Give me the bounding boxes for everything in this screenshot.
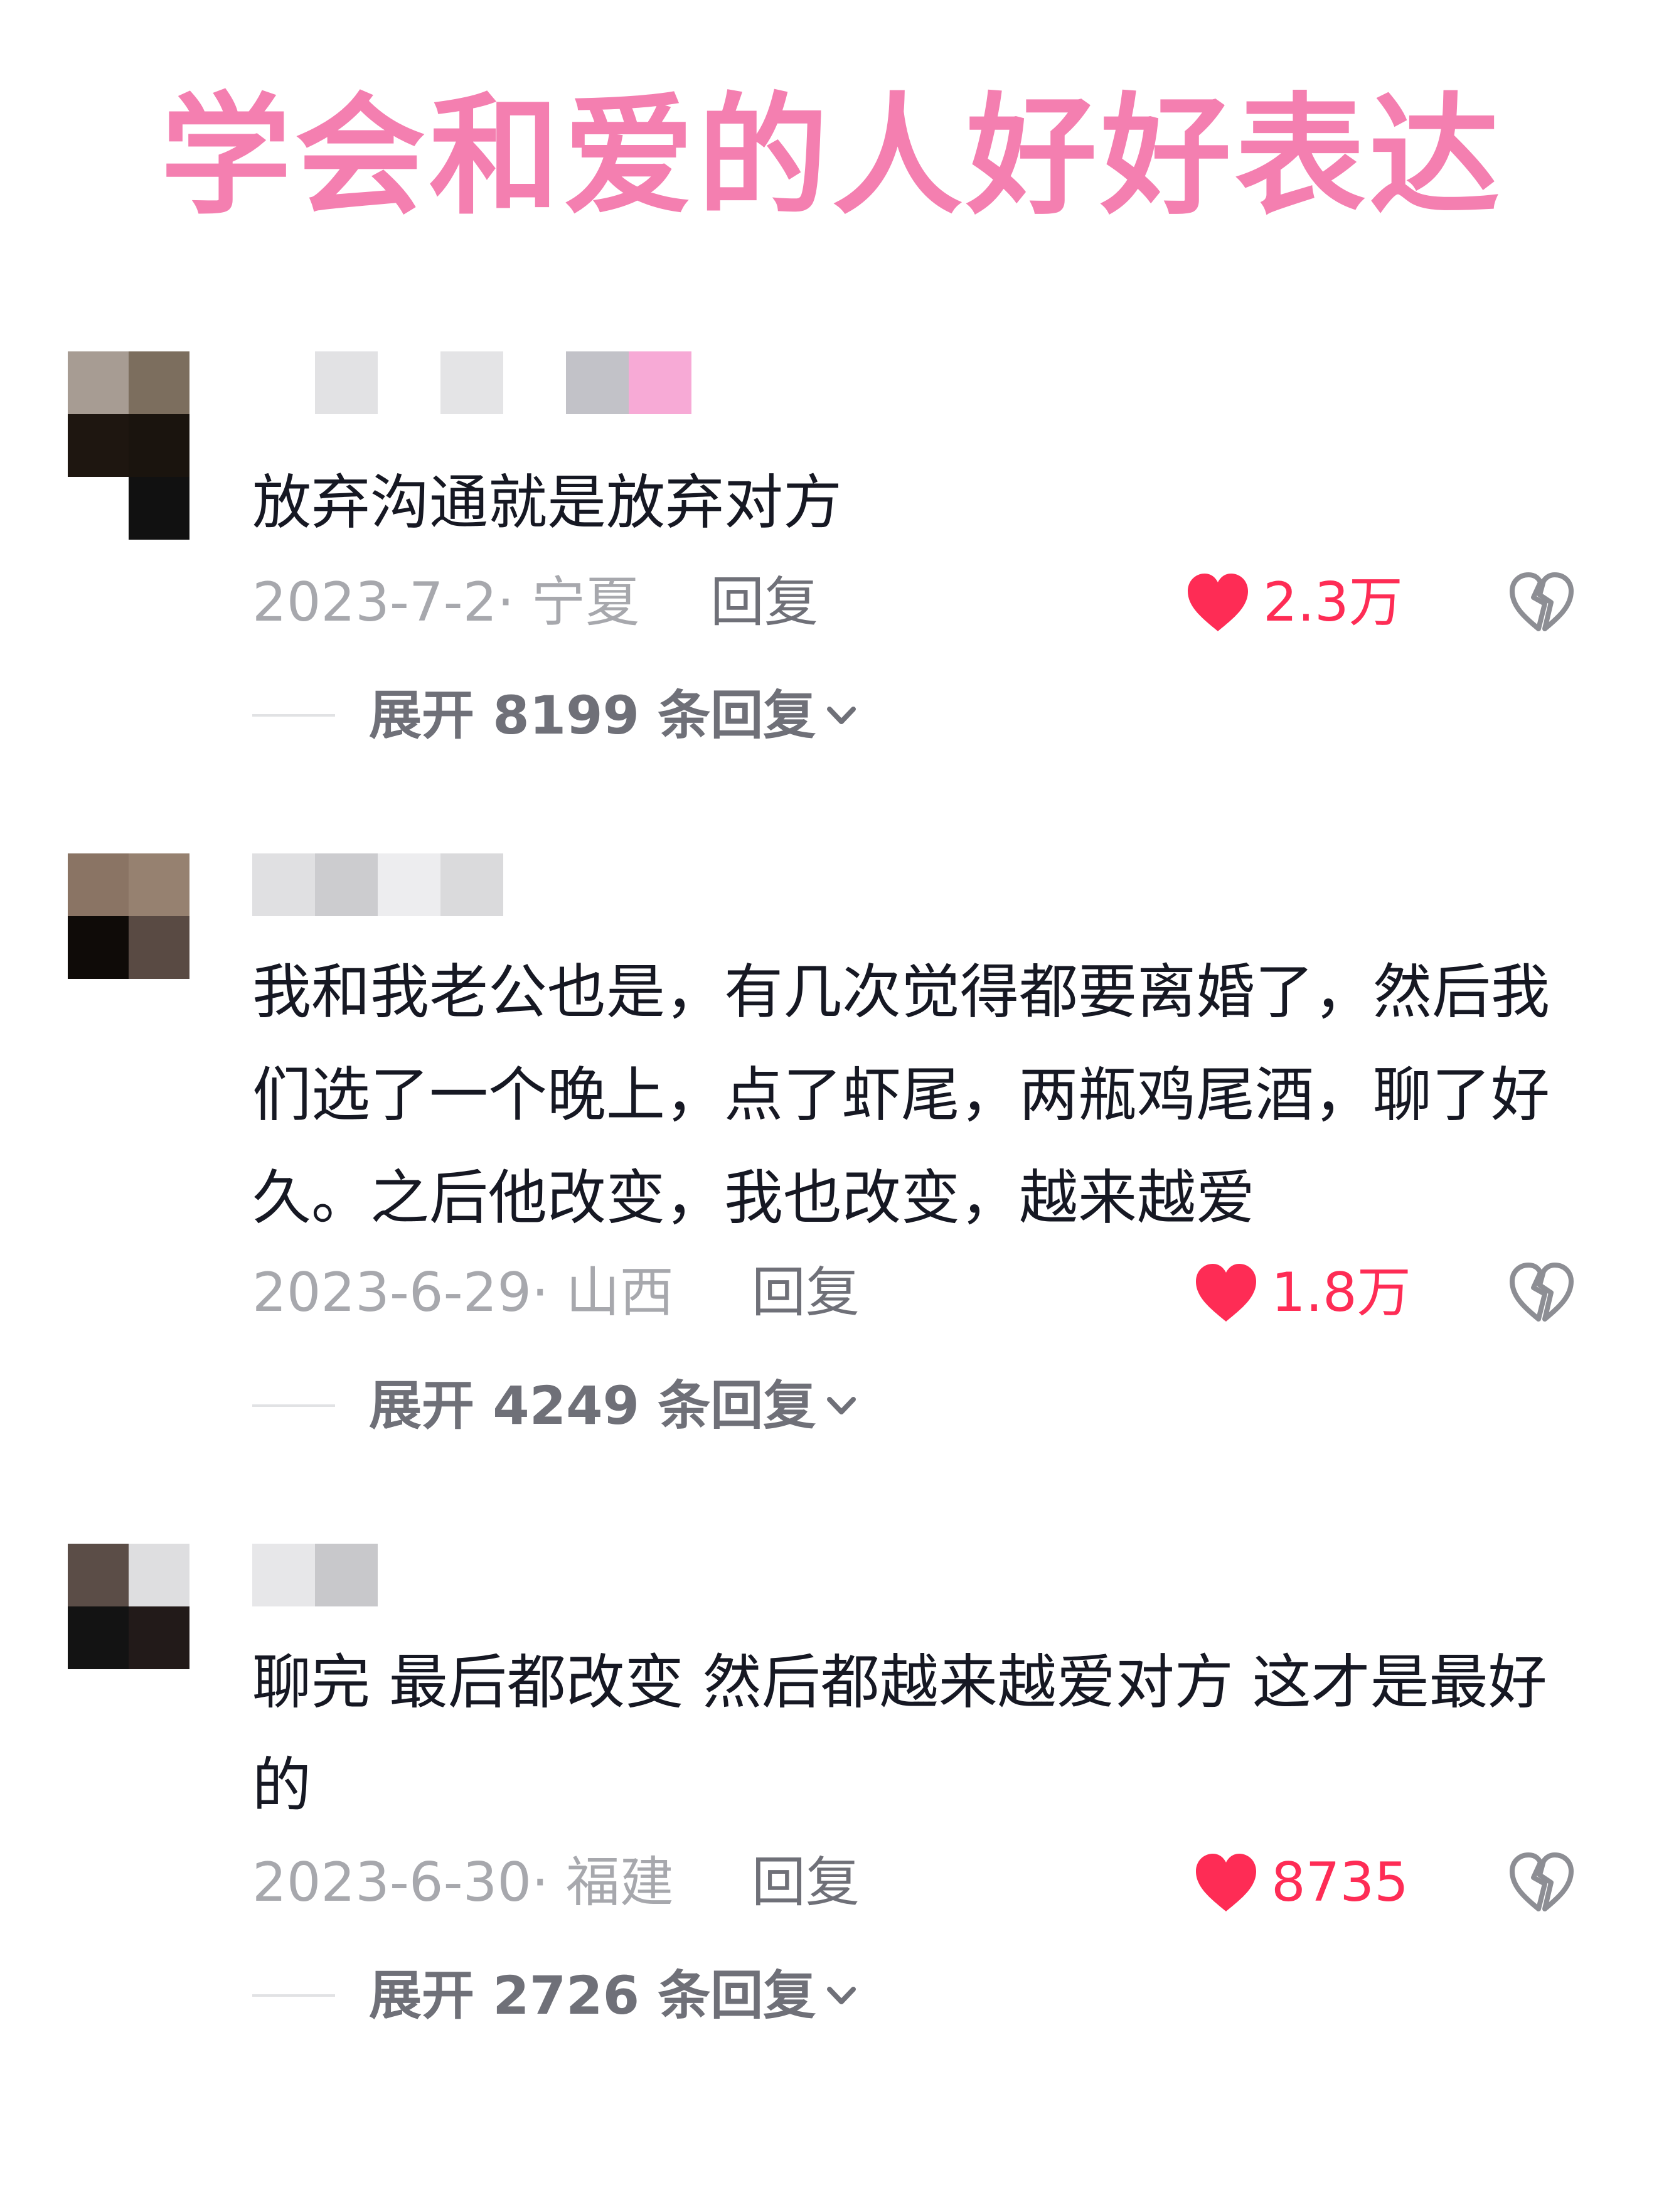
comment-text: 放弃沟通就是放弃对方 [252, 469, 843, 537]
comment-text: 聊完 最后都改变 然后都越来越爱对方 这才是最好的 [252, 1648, 1547, 1820]
reply-button[interactable]: 回复 [752, 1845, 860, 1920]
comment-meta: 2023-7-2· 宁夏 回复 2.3万 [252, 565, 1576, 640]
like-count: 2.3万 [1263, 571, 1403, 634]
heart-filled-icon [1196, 1264, 1256, 1322]
chevron-down-icon [827, 1987, 856, 2004]
like-count: 8735 [1271, 1851, 1409, 1914]
expand-replies-label: 展开 4249 条回复 [369, 1375, 816, 1436]
comment-date-location: 2023-7-2· 宁夏 [252, 571, 640, 634]
expand-replies-button[interactable]: 展开 2726 条回复 [252, 1958, 858, 2033]
username-pixelated[interactable] [252, 1544, 378, 1606]
username-pixelated[interactable] [252, 351, 691, 414]
avatar[interactable] [68, 853, 189, 979]
avatar[interactable] [68, 351, 189, 540]
username-pixelated[interactable] [252, 853, 503, 916]
expand-replies-label: 展开 8199 条回复 [369, 685, 816, 746]
expand-replies-button[interactable]: 展开 4249 条回复 [252, 1368, 858, 1443]
heart-filled-icon [1196, 1854, 1256, 1911]
like-button[interactable]: 2.3万 [1184, 565, 1403, 640]
expand-replies-label: 展开 2726 条回复 [369, 1965, 816, 2026]
expand-divider [252, 714, 335, 717]
chevron-down-icon [827, 1397, 856, 1414]
avatar[interactable] [68, 1544, 189, 1669]
like-button[interactable]: 1.8万 [1192, 1255, 1411, 1330]
expand-divider [252, 1994, 335, 1997]
like-button[interactable]: 8735 [1192, 1845, 1409, 1920]
like-count: 1.8万 [1271, 1261, 1411, 1324]
expand-divider [252, 1404, 335, 1407]
broken-heart-icon[interactable] [1507, 571, 1576, 634]
comment-text: 我和我老公也是，有几次觉得都要离婚了，然后我们选了一个晚上，点了虾尾，两瓶鸡尾酒… [252, 958, 1550, 1232]
page-title: 学会和爱的人好好表达 [161, 81, 1503, 233]
comment-meta: 2023-6-29· 山西 回复 1.8万 [252, 1255, 1576, 1330]
reply-button[interactable]: 回复 [752, 1255, 860, 1330]
comment-meta: 2023-6-30· 福建 回复 8735 [252, 1845, 1576, 1920]
broken-heart-icon[interactable] [1507, 1851, 1576, 1914]
heart-filled-icon [1188, 574, 1248, 631]
comment-date-location: 2023-6-29· 山西 [252, 1261, 674, 1324]
expand-replies-button[interactable]: 展开 8199 条回复 [252, 678, 858, 753]
chevron-down-icon [827, 707, 856, 724]
broken-heart-icon[interactable] [1507, 1261, 1576, 1324]
reply-button[interactable]: 回复 [710, 565, 818, 640]
comment-date-location: 2023-6-30· 福建 [252, 1851, 674, 1914]
